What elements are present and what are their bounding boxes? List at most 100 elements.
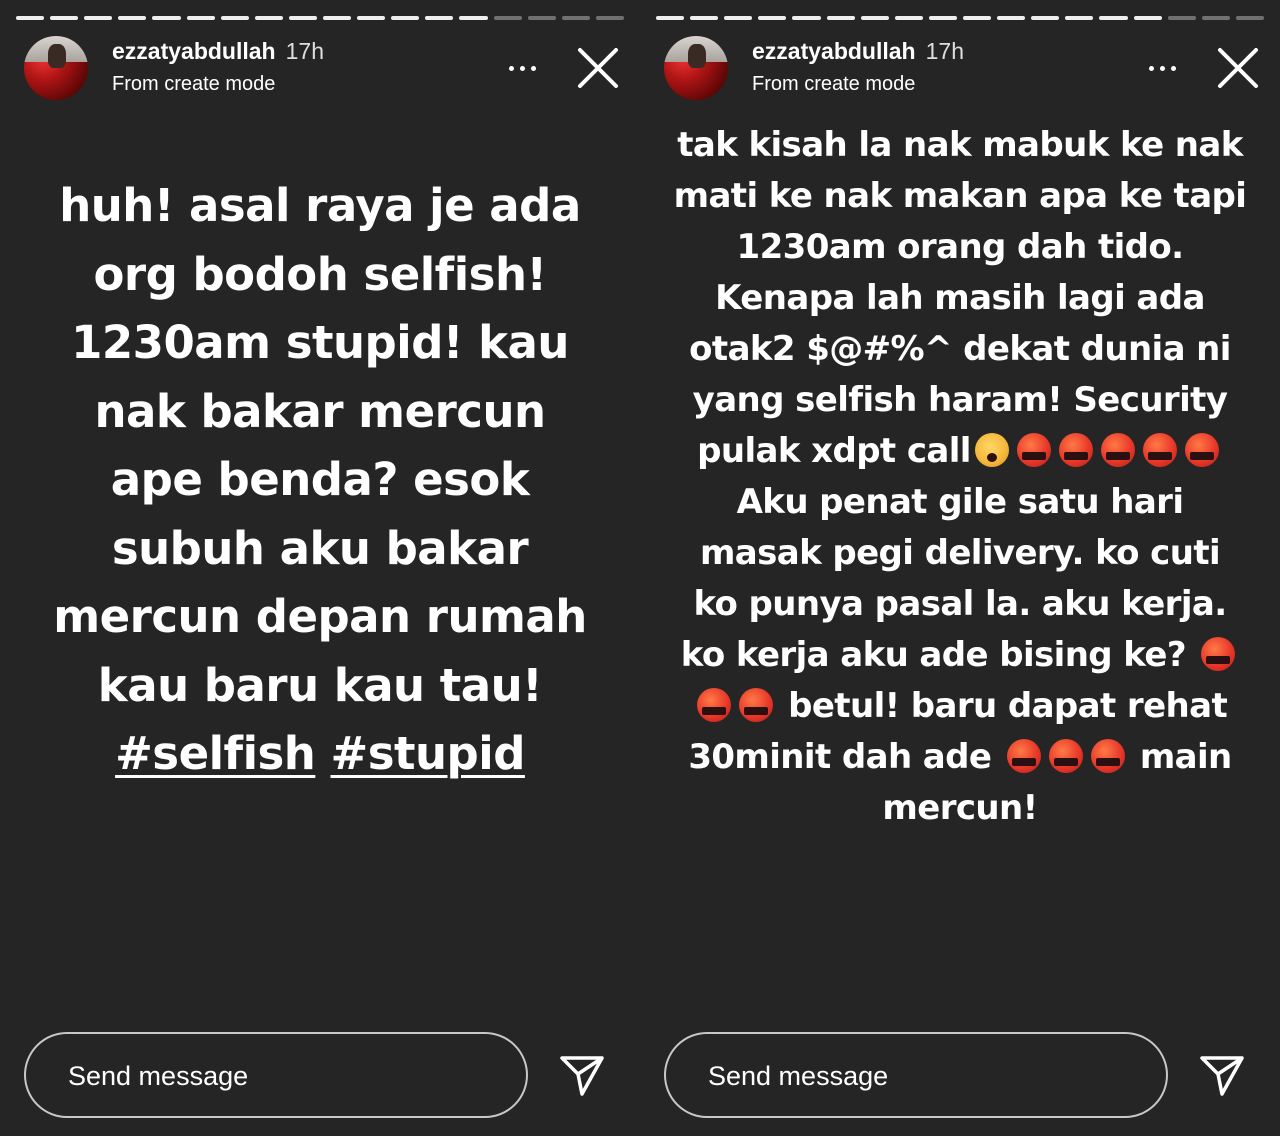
more-dot-icon xyxy=(519,65,525,71)
username-text[interactable]: ezzatyabdullah xyxy=(112,38,276,64)
close-icon xyxy=(1218,48,1258,88)
progress-segment xyxy=(962,16,992,20)
story-comparison-screen: ezzatyabdullah 17h From create mode huh! … xyxy=(0,0,1280,1136)
cursing-face-icon xyxy=(1006,739,1041,773)
close-button[interactable] xyxy=(574,44,622,92)
progress-segment xyxy=(425,16,454,20)
story-text-fragment: pulak xdpt call xyxy=(697,431,971,471)
hashtag-line: #selfish #stupid xyxy=(40,720,600,789)
story-header: ezzatyabdullah 17h From create mode xyxy=(24,36,622,100)
story-text-fragment: 30minit dah ade xyxy=(688,737,992,777)
progress-segment xyxy=(595,16,624,20)
progress-segment xyxy=(527,16,556,20)
progress-segment xyxy=(860,16,889,20)
story-text-line: 1230am orang dah tido. xyxy=(736,227,1185,267)
send-message-placeholder: Send message xyxy=(708,1061,889,1091)
timestamp: 17h xyxy=(925,38,964,64)
cursing-face-icon xyxy=(696,688,731,722)
story-text-fragment: main xyxy=(1139,737,1232,777)
cursing-face-icon xyxy=(1090,739,1125,773)
progress-segment xyxy=(254,16,283,20)
story-text-line-with-emoji: 30minit dah ade main xyxy=(670,732,1250,783)
story-text-line: 1230am stupid! kau xyxy=(71,316,569,369)
progress-segment xyxy=(656,16,685,20)
progress-segment xyxy=(288,16,317,20)
story-text-line: Aku penat gile satu hari xyxy=(736,482,1184,522)
progress-segment xyxy=(894,16,923,20)
progress-segment xyxy=(391,16,420,20)
story-text-line: huh! asal raya je ada xyxy=(59,179,581,232)
username-text[interactable]: ezzatyabdullah xyxy=(752,38,916,64)
progress-segment xyxy=(928,16,957,20)
story-text-line-with-emoji: ko kerja aku ade bising ke? xyxy=(670,630,1250,681)
progress-segment xyxy=(322,16,352,20)
story-text-line: ape benda? esok xyxy=(110,453,530,506)
avatar[interactable] xyxy=(664,36,728,100)
more-dot-icon xyxy=(1148,65,1154,71)
send-button[interactable] xyxy=(1198,1052,1246,1100)
progress-segment xyxy=(152,16,181,20)
story-text-line: org bodoh selfish! xyxy=(93,247,547,301)
cursing-face-icon xyxy=(1184,433,1219,467)
progress-segment xyxy=(1031,16,1060,20)
progress-segment xyxy=(84,16,113,20)
story-text-line: mati ke nak makan apa ke tapi xyxy=(673,176,1247,216)
send-message-input[interactable]: Send message xyxy=(664,1032,1168,1118)
cursing-face-icon xyxy=(1100,433,1135,467)
hashtag-selfish[interactable]: #selfish xyxy=(115,727,316,780)
cursing-face-icon xyxy=(738,688,773,722)
progress-segment xyxy=(826,16,855,20)
progress-segment xyxy=(997,16,1026,20)
story-progress-bar xyxy=(16,16,624,20)
progress-segment xyxy=(792,16,821,20)
story-text-line: ko punya pasal la. aku kerja. xyxy=(693,584,1227,624)
story-text: huh! asal raya je ada org bodoh selfish!… xyxy=(40,172,600,789)
story-text-line-with-emoji: betul! baru dapat rehat xyxy=(670,681,1250,732)
username[interactable]: ezzatyabdullah 17h xyxy=(112,38,324,65)
progress-segment xyxy=(1201,16,1230,20)
story-progress-bar xyxy=(656,16,1264,20)
story-panel-right[interactable]: ezzatyabdullah 17h From create mode tak k… xyxy=(640,0,1280,1136)
cursing-face-icon xyxy=(1048,739,1083,773)
progress-segment xyxy=(1235,16,1264,20)
progress-segment xyxy=(16,16,45,20)
progress-segment xyxy=(758,16,787,20)
avatar[interactable] xyxy=(24,36,88,100)
story-text-fragment: betul! baru dapat rehat xyxy=(788,686,1228,726)
story-text-line: kau baru kau tau! xyxy=(97,658,543,712)
progress-segment xyxy=(1167,16,1196,20)
timestamp: 17h xyxy=(285,38,324,64)
story-panel-left[interactable]: ezzatyabdullah 17h From create mode huh! … xyxy=(0,0,640,1136)
progress-segment xyxy=(493,16,522,20)
send-message-input[interactable]: Send message xyxy=(24,1032,528,1118)
paper-plane-icon xyxy=(560,1056,604,1096)
more-options-button[interactable] xyxy=(502,54,542,82)
story-text-line: tak kisah la nak mabuk ke nak xyxy=(677,125,1243,165)
story-text: tak kisah la nak mabuk ke nak mati ke na… xyxy=(670,120,1250,834)
more-options-button[interactable] xyxy=(1142,54,1182,82)
hashtag-stupid[interactable]: #stupid xyxy=(331,727,526,780)
story-text-line: mercun depan rumah xyxy=(53,590,587,643)
progress-segment xyxy=(561,16,590,20)
story-text-line-with-emoji: pulak xdpt call xyxy=(670,426,1250,477)
close-button[interactable] xyxy=(1214,44,1262,92)
story-header: ezzatyabdullah 17h From create mode xyxy=(664,36,1262,100)
story-text-line: subuh aku bakar xyxy=(111,521,529,575)
send-button[interactable] xyxy=(558,1052,606,1100)
story-text-line: mercun! xyxy=(882,788,1038,828)
progress-segment xyxy=(220,16,249,20)
progress-segment xyxy=(357,16,386,20)
send-message-placeholder: Send message xyxy=(68,1061,249,1091)
story-text-fragment: ko kerja aku ade bising ke? xyxy=(680,635,1187,675)
cursing-face-icon xyxy=(1142,433,1177,467)
cursing-face-icon xyxy=(1016,433,1051,467)
cursing-face-icon xyxy=(1201,637,1236,671)
story-subtitle: From create mode xyxy=(112,73,276,95)
story-text-line: yang selfish haram! Security xyxy=(692,380,1228,420)
progress-segment xyxy=(1099,16,1128,20)
progress-segment xyxy=(459,16,488,20)
progress-segment xyxy=(186,16,215,20)
progress-segment xyxy=(1065,16,1094,20)
story-text-line: Kenapa lah masih lagi ada xyxy=(715,278,1205,318)
username[interactable]: ezzatyabdullah 17h xyxy=(752,38,964,65)
